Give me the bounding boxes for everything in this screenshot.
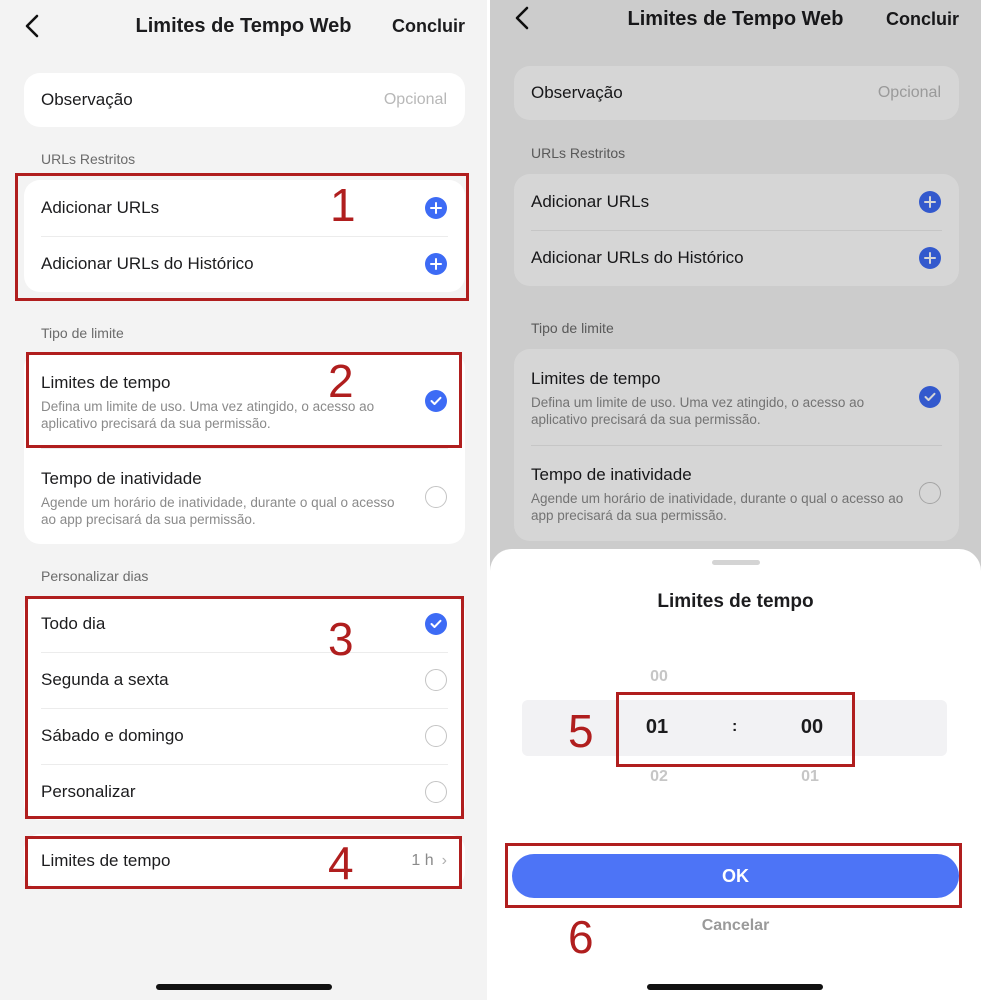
nav-bar: Limites de Tempo Web Concluir	[0, 0, 487, 50]
limit-type-section-header: Tipo de limite	[41, 325, 124, 341]
note-placeholder: Opcional	[383, 91, 447, 108]
home-indicator	[156, 984, 332, 990]
annotation-box-1	[15, 173, 469, 301]
annotation-box-4	[25, 836, 462, 889]
limit-type-downtime-option[interactable]: Tempo de inatividade Agende um horário d…	[24, 448, 465, 544]
annotation-number-2: 2	[328, 355, 354, 407]
annotation-box-2	[26, 352, 462, 448]
annotation-box-5	[616, 692, 855, 767]
sheet-drag-handle[interactable]	[711, 560, 760, 565]
note-card[interactable]: Observação Opcional	[24, 73, 465, 127]
option-description: Agende um horário de inatividade, durant…	[41, 495, 395, 527]
annotation-number-1: 1	[330, 179, 356, 231]
annotation-number-6: 6	[568, 911, 594, 963]
radio-empty-icon[interactable]	[425, 486, 447, 508]
left-screen: Limites de Tempo Web Concluir Observação…	[0, 0, 487, 1000]
annotation-number-5: 5	[568, 705, 594, 757]
days-section-header: Personalizar dias	[41, 568, 149, 584]
annotation-number-4: 4	[328, 837, 354, 889]
time-limit-sheet: Limites de tempo 00 01 02 : 00 01 OK Can…	[490, 549, 981, 1000]
annotation-box-6	[505, 843, 962, 908]
hour-prev-value[interactable]: 00	[629, 668, 689, 686]
urls-section-header: URLs Restritos	[41, 151, 136, 167]
cancel-button[interactable]: Cancelar	[490, 917, 981, 935]
minute-next-value[interactable]: 01	[780, 768, 840, 786]
home-indicator	[647, 984, 823, 990]
annotation-number-3: 3	[328, 613, 354, 665]
note-label: Observação	[41, 90, 133, 109]
hour-next-value[interactable]: 02	[629, 768, 689, 786]
option-title: Tempo de inatividade	[41, 469, 202, 488]
sheet-title: Limites de tempo	[657, 591, 814, 612]
done-button[interactable]: Concluir	[392, 16, 465, 37]
annotation-box-3	[25, 596, 464, 819]
right-screen: Limites de Tempo Web Concluir Observação…	[490, 0, 981, 1000]
